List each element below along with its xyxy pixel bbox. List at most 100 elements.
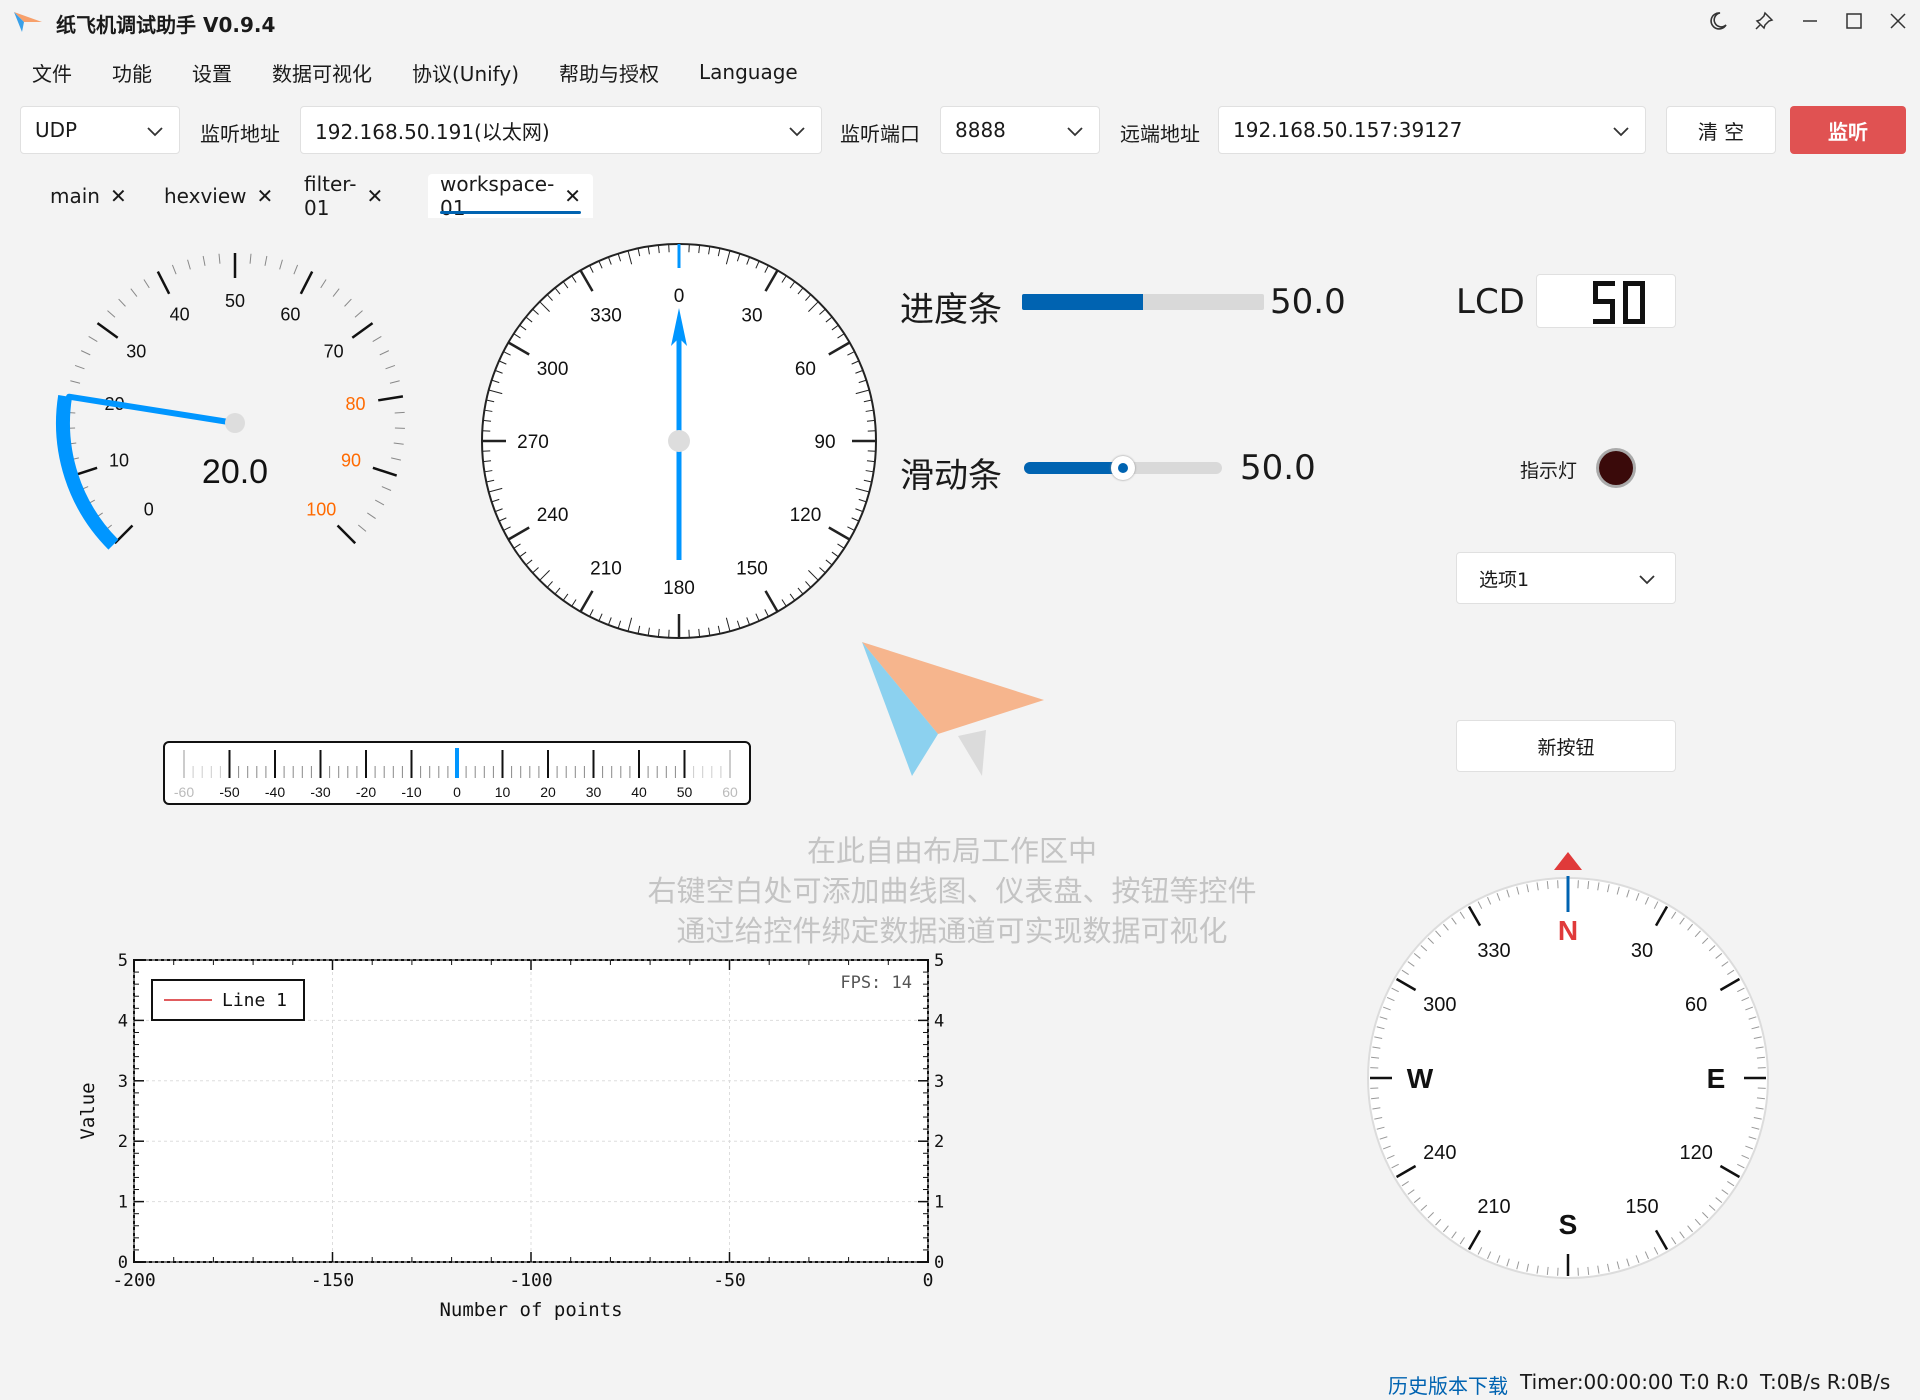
- history-download-link[interactable]: 历史版本下载: [1388, 1370, 1508, 1399]
- gauge-minor-tick: [391, 457, 402, 461]
- slider-fill: [1024, 462, 1123, 474]
- lcd-label: LCD: [1456, 282, 1525, 322]
- menu-language[interactable]: Language: [679, 60, 818, 84]
- minimize-icon[interactable]: [1790, 6, 1830, 36]
- listen-address-label: 监听地址: [200, 122, 280, 146]
- paper-plane-logo-icon: [14, 12, 42, 32]
- gauge-minor-tick: [393, 442, 404, 445]
- gauge-minor-tick: [320, 279, 327, 289]
- gauge-minor-tick: [344, 298, 352, 307]
- clear-button[interactable]: 清 空: [1666, 106, 1776, 154]
- ruler-tick-label: -30: [310, 784, 330, 800]
- gauge-minor-tick: [293, 264, 299, 275]
- chart-y-label: Value: [77, 1082, 99, 1139]
- gauge-major-tick: [372, 466, 398, 477]
- ruler-tick-label: -60: [174, 784, 194, 800]
- gauge-tick-label: 90: [341, 451, 361, 471]
- tab-filter-01[interactable]: filter-01 ✕: [292, 172, 395, 220]
- pin-icon[interactable]: [1744, 6, 1784, 36]
- menu-function[interactable]: 功能: [92, 58, 172, 87]
- dial-tick-label: 90: [814, 432, 835, 453]
- ruler-tick-label: 20: [540, 784, 556, 800]
- protocol-select[interactable]: UDP: [20, 106, 180, 154]
- close-icon[interactable]: ✕: [257, 184, 274, 208]
- gauge-hub: [225, 413, 245, 433]
- option-select[interactable]: 选项1: [1456, 552, 1676, 604]
- remote-address-label: 远端地址: [1120, 122, 1200, 146]
- close-icon[interactable]: ✕: [564, 184, 581, 208]
- close-icon[interactable]: ✕: [366, 184, 383, 208]
- dial-tick-label: 150: [736, 558, 768, 579]
- ruler-tick-label: -20: [356, 784, 376, 800]
- tab-hexview[interactable]: hexview ✕: [152, 174, 285, 218]
- menu-file[interactable]: 文件: [12, 58, 92, 87]
- chart-y-tick-label: 2: [118, 1132, 128, 1152]
- speed-gauge[interactable]: 0102030405060708090100 20.0: [40, 228, 430, 568]
- gauge-tick-label: 100: [306, 499, 336, 519]
- chevron-down-icon: [1639, 575, 1655, 585]
- angle-dial[interactable]: 0 30 60 90 120 150 180 210 240 270 300 330: [476, 238, 882, 644]
- compass-tick-label: 120: [1679, 1142, 1712, 1164]
- gauge-minor-tick: [74, 364, 85, 370]
- menu-visualization[interactable]: 数据可视化: [252, 58, 392, 87]
- progress-label: 进度条: [900, 290, 1002, 330]
- compass-north-label: N: [1558, 915, 1578, 946]
- listen-port-value: 8888: [955, 118, 1006, 142]
- status-tx-rx-rate: T:0B/s R:0B/s: [1760, 1370, 1891, 1394]
- chart-x-tick-label: -200: [112, 1270, 155, 1291]
- indicator-label: 指示灯: [1520, 460, 1578, 482]
- listen-port-select[interactable]: 8888: [940, 106, 1100, 154]
- gauge-tick-label: 50: [225, 291, 245, 311]
- gauge-minor-tick: [279, 259, 283, 270]
- gauge-minor-tick: [385, 364, 396, 370]
- compass-tick-label: 240: [1423, 1142, 1456, 1164]
- chart-y-tick-label-right: 4: [934, 1011, 944, 1031]
- close-window-icon[interactable]: [1878, 6, 1918, 36]
- slider-thumb[interactable]: [1111, 456, 1135, 480]
- gauge-needle: [66, 393, 238, 426]
- tab-main[interactable]: main ✕: [38, 174, 139, 218]
- compass[interactable]: 30 60 120 150 210 240 300 330 N E S W: [1364, 846, 1772, 1292]
- chart-fps-text: FPS: 14: [840, 973, 912, 993]
- listen-button[interactable]: 监听: [1790, 106, 1906, 154]
- new-button[interactable]: 新按钮: [1456, 720, 1676, 772]
- gauge-minor-tick: [80, 350, 91, 356]
- maximize-icon[interactable]: [1834, 6, 1874, 36]
- linear-ruler[interactable]: -60 -50 -40 -30 -20 -10 0 10 20 30 40 50 60: [162, 740, 752, 806]
- dark-mode-moon-icon[interactable]: [1698, 6, 1738, 36]
- close-icon[interactable]: ✕: [110, 184, 127, 208]
- compass-tick-label: 300: [1423, 994, 1456, 1016]
- dial-tick-label: 60: [795, 359, 816, 380]
- gauge-major-tick: [378, 395, 404, 402]
- gauge-minor-tick: [118, 298, 126, 307]
- gauge-minor-tick: [374, 499, 385, 506]
- menu-protocol[interactable]: 协议(Unify): [392, 58, 539, 87]
- paper-plane-watermark-icon: [862, 642, 1044, 776]
- ruler-tick-label: 10: [495, 784, 511, 800]
- tab-workspace-01[interactable]: workspace-01 ✕: [428, 172, 594, 220]
- slider-label: 滑动条: [900, 456, 1002, 496]
- dial-tick-label: 180: [663, 578, 695, 599]
- listen-address-select[interactable]: 192.168.50.191(以太网): [300, 106, 822, 154]
- protocol-value: UDP: [35, 118, 78, 142]
- menu-settings[interactable]: 设置: [172, 58, 252, 87]
- chart-x-tick-label: 0: [923, 1270, 934, 1291]
- chart-legend-label-line-1: Line 1: [222, 990, 287, 1011]
- ruler-tick-label: 60: [722, 784, 738, 800]
- dial-tick-label: 270: [517, 432, 549, 453]
- line-chart[interactable]: -200 -150 -100 -50 0 0 01 12 23 34 45 5 Number of …: [60, 948, 960, 1328]
- gauge-minor-tick: [354, 310, 363, 318]
- dial-tick-label: 120: [790, 505, 822, 526]
- chart-y-tick-label: 0: [118, 1253, 128, 1273]
- chart-y-tick-label-right: 0: [934, 1253, 944, 1273]
- status-bar: 历史版本下载 Timer:00:00:00 T:0 R:0 T:0B/s R:0…: [0, 1366, 1920, 1400]
- menu-help[interactable]: 帮助与授权: [539, 58, 679, 87]
- gauge-minor-tick: [202, 255, 206, 266]
- listen-port-label: 监听端口: [840, 122, 920, 146]
- gauge-minor-tick: [70, 380, 81, 384]
- chart-x-tick-label: -100: [509, 1270, 552, 1291]
- slider-track[interactable]: [1024, 456, 1222, 480]
- remote-address-select[interactable]: 192.168.50.157:39127: [1218, 106, 1646, 154]
- dial-tick-label: 300: [537, 359, 569, 380]
- dial-tick-label: 30: [741, 306, 762, 327]
